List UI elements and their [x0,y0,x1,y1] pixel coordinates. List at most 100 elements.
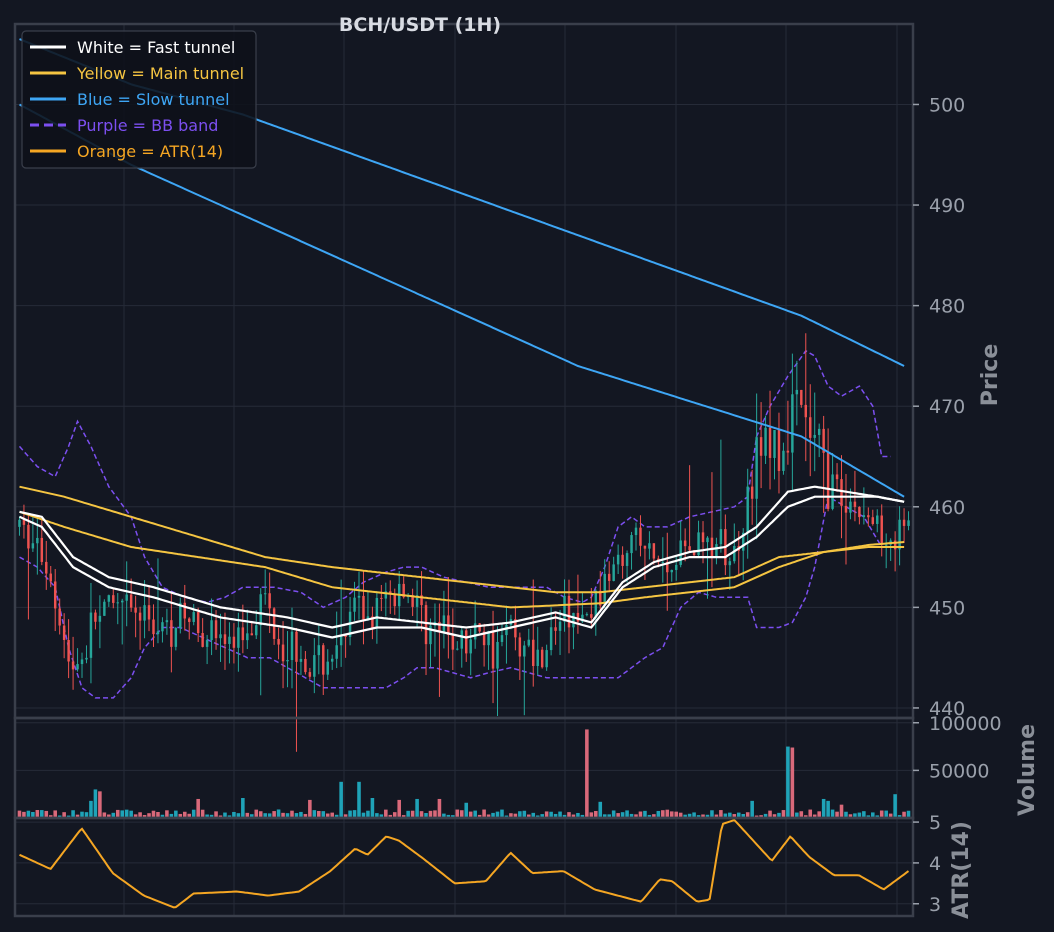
candle-body [786,450,790,453]
volume-bar [124,809,129,818]
volume-bar [93,789,98,818]
candle-body [192,612,195,622]
candle-body [214,620,218,639]
candle-body [907,520,910,526]
candle-body [549,627,553,651]
candle-body [621,554,624,566]
candle-body [782,450,785,471]
candle-body [263,593,267,595]
candle-body [840,479,843,506]
candle-body [424,605,428,645]
candle-body [768,427,772,458]
candle-body [652,543,656,559]
candle-body [272,608,276,639]
candle-body [616,554,620,565]
candle-body [304,658,307,673]
volume-bar [500,809,504,818]
candle-body [188,618,191,622]
candle-body [62,625,66,640]
atr-axis-label: ATR(14) [949,821,974,919]
legend-label-main: Yellow = Main tunnel [76,64,244,83]
candle-body [58,608,61,626]
candle-body [849,501,852,513]
candle-body [250,633,254,636]
price-tick-label: 500 [929,94,965,116]
candle-body [764,427,767,456]
legend: White = Fast tunnel Yellow = Main tunnel… [21,30,257,169]
candle-body [277,638,280,645]
volume-bar [254,809,259,818]
candle-body [880,515,883,545]
candle-body [22,519,26,525]
candle-body [496,641,499,669]
candle-body [375,597,379,629]
candle-body [733,545,736,562]
volume-bar [598,801,603,818]
candle-body [205,640,209,647]
candle-body [241,627,245,641]
candle-body [353,597,356,612]
candle-body [648,543,651,549]
candle-body [451,634,455,650]
volume-bar [98,791,102,818]
candle-body [683,540,687,547]
candle-body [505,624,508,636]
candle-body [286,659,289,662]
candle-body [755,437,758,499]
candle-body [572,612,575,628]
candle-body [478,623,481,632]
candle-body [536,649,539,667]
atr-tick-label: 4 [929,853,941,875]
volume-bar [808,809,813,818]
volume-bar [196,798,200,818]
price-tick-label: 490 [929,195,965,217]
candle-body [576,612,580,622]
candle-body [876,515,879,524]
candle-body [674,564,678,570]
candle-body [500,635,504,642]
candle-body [567,595,571,628]
candle-body [746,486,749,533]
candle-body [138,612,142,621]
volume-bar [830,809,835,818]
candle-body [607,573,611,581]
candle-body [518,637,522,657]
volume-bar [276,809,281,818]
volume-bar [339,781,343,818]
candle-body [800,389,803,405]
candle-body [795,389,799,395]
volume-tick-label: 50000 [929,760,989,782]
candle-body [357,595,361,598]
candle-body [442,615,446,632]
candle-body [290,631,294,660]
candle-body [322,645,325,675]
candle-body [255,625,258,636]
candle-body [858,506,861,518]
candle-body [161,622,164,632]
candle-body [393,593,396,607]
volume-bar [464,802,469,818]
candle-body [116,602,119,604]
volume-bar [437,798,442,818]
candle-body [527,639,531,646]
price-tick-label: 480 [929,296,965,318]
candle-body [715,544,718,557]
candle-body [710,537,714,557]
candle-body [49,573,52,582]
candle-body [134,607,137,613]
candle-body [862,515,866,518]
candle-body [335,645,338,659]
chart-title: BCH/USDT (1H) [339,14,501,36]
candle-body [27,524,30,549]
candle-body [223,634,227,644]
candle-body [330,658,334,662]
candle-body [523,645,526,657]
volume-bar [89,800,93,818]
volume-bar [826,800,830,818]
candle-body [362,595,365,620]
candle-body [147,605,151,620]
candle-body [871,517,875,524]
candle-body [210,620,213,641]
legend-label-fast: White = Fast tunnel [77,38,235,57]
volume-bar [455,809,460,818]
